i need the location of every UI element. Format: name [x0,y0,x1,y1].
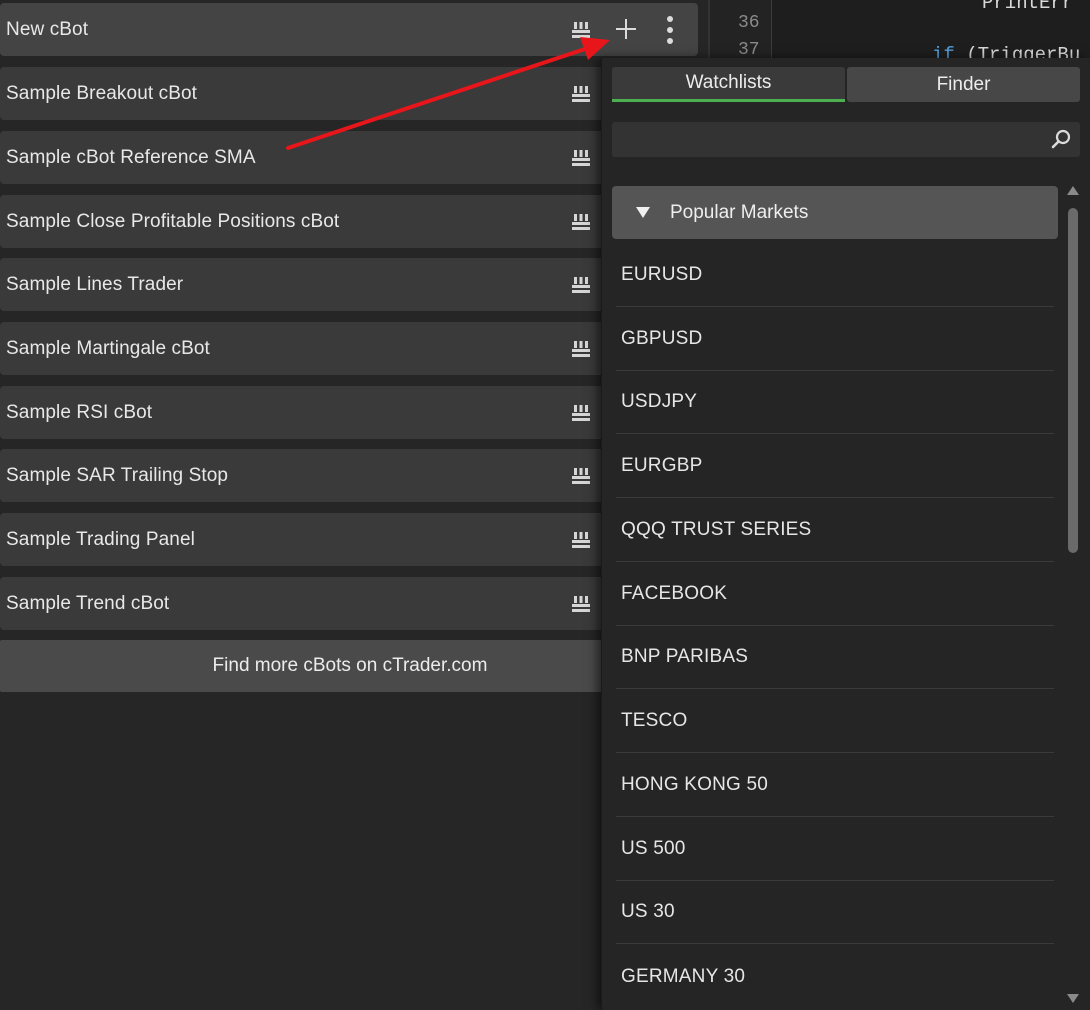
cbot-row[interactable]: Sample SAR Trailing Stop [0,449,698,502]
cbot-name: Sample Close Profitable Positions cBot [6,210,340,232]
cloud-sync-icon[interactable] [571,148,591,168]
market-row[interactable]: USDJPY [616,371,1054,434]
tab-watchlists[interactable]: Watchlists [612,67,845,102]
cbot-row[interactable]: Sample Martingale cBot [0,322,698,375]
search-icon[interactable] [1050,128,1072,150]
line-number: 35 [738,0,760,6]
cloud-sync-icon[interactable] [571,403,591,423]
line-number-gutter: 35 36 37 [710,0,772,62]
market-row[interactable]: GERMANY 30 [616,945,1054,1008]
plus-icon[interactable] [614,17,638,41]
panel-tabs: Watchlists Finder [612,67,1080,104]
market-row[interactable]: US 500 [616,818,1054,881]
line-number: 37 [738,40,760,60]
cbot-row[interactable]: Sample Trend cBot [0,577,698,630]
cloud-sync-icon[interactable] [571,20,591,40]
cbot-row[interactable]: Sample cBot Reference SMA [0,131,698,184]
cbot-row[interactable]: Sample RSI cBot [0,386,698,439]
cloud-sync-icon[interactable] [571,84,591,104]
cbot-name: Sample cBot Reference SMA [6,146,256,168]
cbot-name: Sample Lines Trader [6,273,184,295]
cbot-name: Sample Trading Panel [6,528,195,550]
market-row[interactable]: QQQ TRUST SERIES [616,499,1054,562]
market-row[interactable]: GBPUSD [616,308,1054,371]
group-label: Popular Markets [670,201,809,223]
market-row[interactable]: BNP PARIBAS [616,626,1054,689]
more-vertical-icon[interactable] [664,15,676,45]
market-row[interactable]: FACEBOOK [616,563,1054,626]
cbot-row[interactable]: Sample Trading Panel [0,513,698,566]
cbot-row-new[interactable]: New cBot [0,3,698,56]
cbot-name: Sample SAR Trailing Stop [6,464,229,486]
cbot-row[interactable]: Sample Breakout cBot [0,67,698,120]
cbot-row[interactable]: Sample Lines Trader [0,258,698,311]
tab-finder[interactable]: Finder [847,67,1080,102]
cloud-sync-icon[interactable] [571,530,591,550]
cloud-sync-icon[interactable] [571,212,591,232]
cbot-name: Sample RSI cBot [6,401,153,423]
scrollbar-thumb[interactable] [1068,208,1078,553]
cbot-name: Sample Trend cBot [6,592,170,614]
search-input[interactable] [612,122,1080,157]
market-row[interactable]: TESCO [616,690,1054,753]
find-more-cbots-link[interactable]: Find more cBots on cTrader.com [0,640,700,692]
cbot-name: New cBot [6,18,89,40]
line-number: 36 [738,13,760,33]
code-line: PrintErr [982,0,1074,14]
code-editor[interactable]: 35 36 37 PrintErr if (TriggerBu [708,0,1090,66]
market-row[interactable]: HONG KONG 50 [616,754,1054,817]
cloud-sync-icon[interactable] [571,466,591,486]
cbot-name: Sample Breakout cBot [6,82,198,104]
cbot-name: Sample Martingale cBot [6,337,210,359]
market-row[interactable]: US 30 [616,881,1054,944]
cloud-sync-icon[interactable] [571,339,591,359]
scroll-up-arrow-icon[interactable] [1067,186,1079,195]
cbot-row[interactable]: Sample Close Profitable Positions cBot [0,195,698,248]
cbot-list: New cBot Sample Breakout cBot Sample cBo… [0,0,700,1010]
watchlist-panel: Watchlists Finder Popular Markets EURUSD… [601,58,1090,1010]
group-popular-markets[interactable]: Popular Markets [612,186,1058,239]
caret-down-icon [636,207,650,218]
cloud-sync-icon[interactable] [571,594,591,614]
market-row[interactable]: EURUSD [616,244,1054,307]
market-row[interactable]: EURGBP [616,435,1054,498]
scroll-down-arrow-icon[interactable] [1067,994,1079,1003]
cloud-sync-icon[interactable] [571,275,591,295]
